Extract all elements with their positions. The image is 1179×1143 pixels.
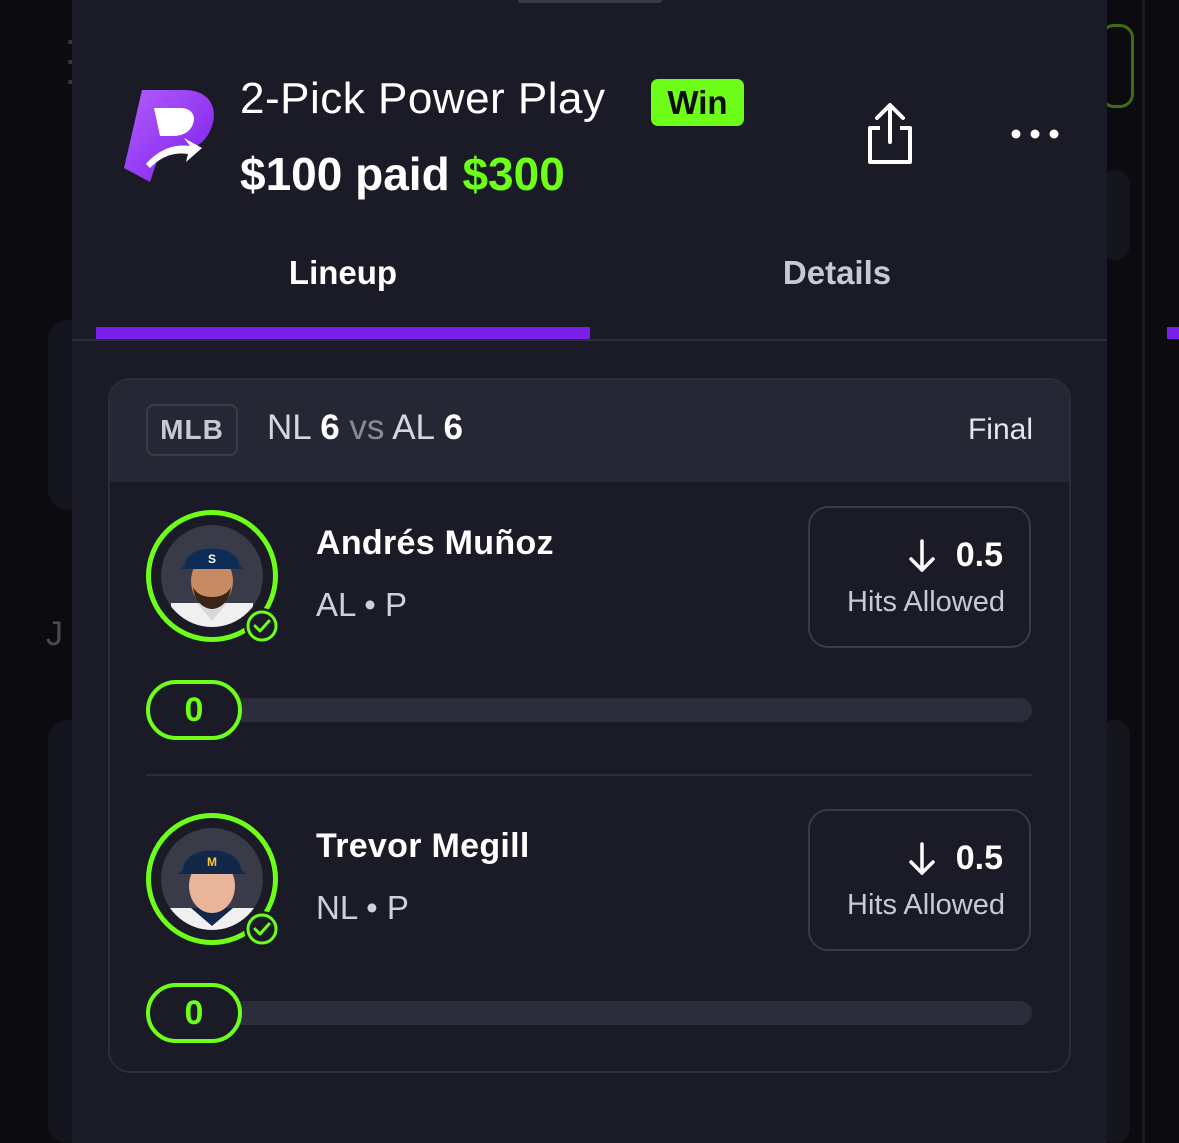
tab-lineup[interactable]: Lineup <box>96 246 590 300</box>
score-b: 6 <box>443 408 463 447</box>
team-a: NL <box>267 408 311 447</box>
result-badge: Win <box>651 79 744 126</box>
projection-box[interactable]: 0.5 Hits Allowed <box>808 809 1031 951</box>
player-name: Andrés Muñoz <box>316 524 554 562</box>
active-tab-indicator <box>96 327 590 339</box>
cap-logo: S <box>208 552 216 566</box>
arrow-down-icon <box>908 841 935 875</box>
payout-amount: $300 <box>462 148 565 200</box>
tab-divider <box>72 339 1107 341</box>
background-tab-indicator <box>1167 327 1179 339</box>
game-status: Final <box>967 413 1033 446</box>
player-photo: M <box>161 828 263 930</box>
more-horizontal-icon[interactable] <box>1007 116 1063 152</box>
projection-stat: Hits Allowed <box>847 586 1005 618</box>
current-value-pill: 0 <box>146 680 242 740</box>
progress-track <box>150 1001 1032 1025</box>
projection-line: 0.5 <box>955 536 1003 574</box>
tab-details[interactable]: Details <box>590 246 1084 300</box>
player-photo: S <box>161 525 263 627</box>
pick-row[interactable]: M Trevor Megill NL • P 0.5 Hits Allowed <box>110 785 1069 1045</box>
paid-amount: $100 paid <box>240 148 450 200</box>
game-score: NL 6 vs AL 6 <box>267 408 463 448</box>
pick-row[interactable]: S Andrés Muñoz AL • P 0.5 Hits Allowed 0 <box>110 482 1069 742</box>
projection-box[interactable]: 0.5 Hits Allowed <box>808 506 1031 648</box>
score-a: 6 <box>320 408 340 447</box>
player-team-position: NL • P <box>316 889 409 926</box>
arrow-down-icon <box>908 538 935 572</box>
team-b: AL <box>392 408 434 447</box>
player-name: Trevor Megill <box>316 827 530 865</box>
check-circle-icon <box>244 608 280 644</box>
prizepicks-logo <box>124 90 214 182</box>
entry-detail-sheet: 2-Pick Power Play Win $100 paid $300 Lin… <box>72 0 1107 1143</box>
vs-label: vs <box>349 408 385 447</box>
pick-divider <box>146 774 1032 776</box>
share-icon[interactable] <box>860 100 920 170</box>
player-team-position: AL • P <box>316 586 408 623</box>
league-badge: MLB <box>146 404 238 456</box>
progress-track <box>150 698 1032 722</box>
payout-summary: $100 paid $300 <box>240 147 565 201</box>
projection-line: 0.5 <box>955 839 1003 877</box>
game-header: MLB NL 6 vs AL 6 Final <box>110 380 1069 482</box>
game-card: MLB NL 6 vs AL 6 Final S Andrés Muñoz AL… <box>108 378 1071 1073</box>
check-circle-icon <box>244 911 280 947</box>
current-value-pill: 0 <box>146 983 242 1043</box>
background-text-fragment: J <box>46 615 63 653</box>
sheet-grabber[interactable] <box>518 0 662 3</box>
projection-stat: Hits Allowed <box>847 889 1005 921</box>
entry-title: 2-Pick Power Play <box>240 74 606 123</box>
background-divider <box>1142 0 1145 1143</box>
cap-logo: M <box>207 855 217 869</box>
